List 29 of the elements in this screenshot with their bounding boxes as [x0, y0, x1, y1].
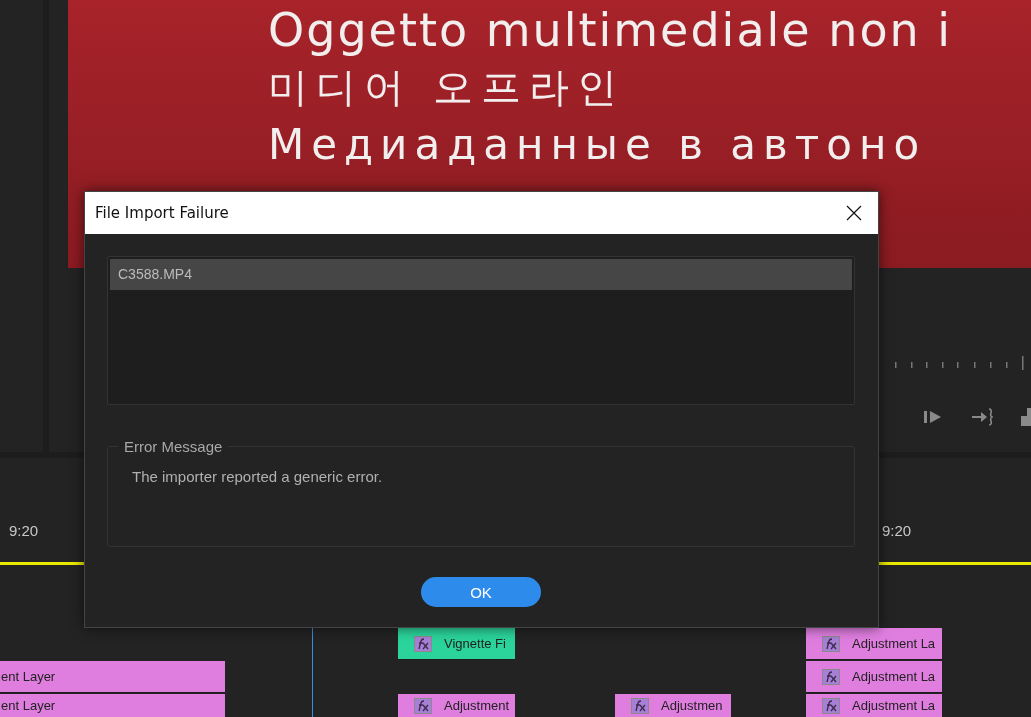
timeline-clip[interactable]: Adjustmen	[615, 694, 731, 717]
dialog-title: File Import Failure	[95, 204, 229, 222]
clip-label: Adjustment	[444, 698, 510, 713]
clip-label: Adjustmen	[661, 698, 723, 713]
clip-label: Adjustment La	[852, 669, 936, 684]
lift-icon[interactable]	[1021, 408, 1031, 426]
offline-message: Медиаданные в автоно	[268, 119, 928, 171]
timecode-label: 9:20	[882, 522, 912, 539]
close-icon[interactable]	[846, 205, 862, 221]
timeline-clip[interactable]: ent Layer	[0, 694, 225, 717]
clip-label: Adjustment La	[852, 636, 936, 651]
insert-icon[interactable]	[971, 408, 993, 426]
offline-message: Oggetto multimediale non i	[268, 2, 954, 59]
error-message-text: The importer reported a generic error.	[132, 468, 383, 485]
offline-message: 미디어 오프라인	[268, 63, 626, 112]
step-forward-icon[interactable]	[923, 409, 943, 425]
timeline-clip[interactable]: Adjustment La	[806, 694, 942, 717]
timecode-label: 9:20	[9, 522, 39, 539]
clip-label: Adjustment La	[852, 698, 936, 713]
timeline-clip[interactable]: ent Layer	[0, 661, 225, 693]
timeline-clip[interactable]: Adjustment La	[806, 628, 942, 660]
clip-label: ent Layer	[1, 698, 56, 713]
timeline-clip[interactable]: Adjustment	[398, 694, 515, 717]
clip-label: ent Layer	[1, 669, 56, 684]
file-list-item[interactable]: C3588.MP4	[110, 259, 852, 290]
ok-button[interactable]: OK	[421, 577, 541, 607]
clip-label: Vignette Fi	[444, 636, 506, 651]
timeline-clip[interactable]: Vignette Fi	[398, 628, 515, 660]
timeline-clip[interactable]: Adjustment La	[806, 661, 942, 693]
